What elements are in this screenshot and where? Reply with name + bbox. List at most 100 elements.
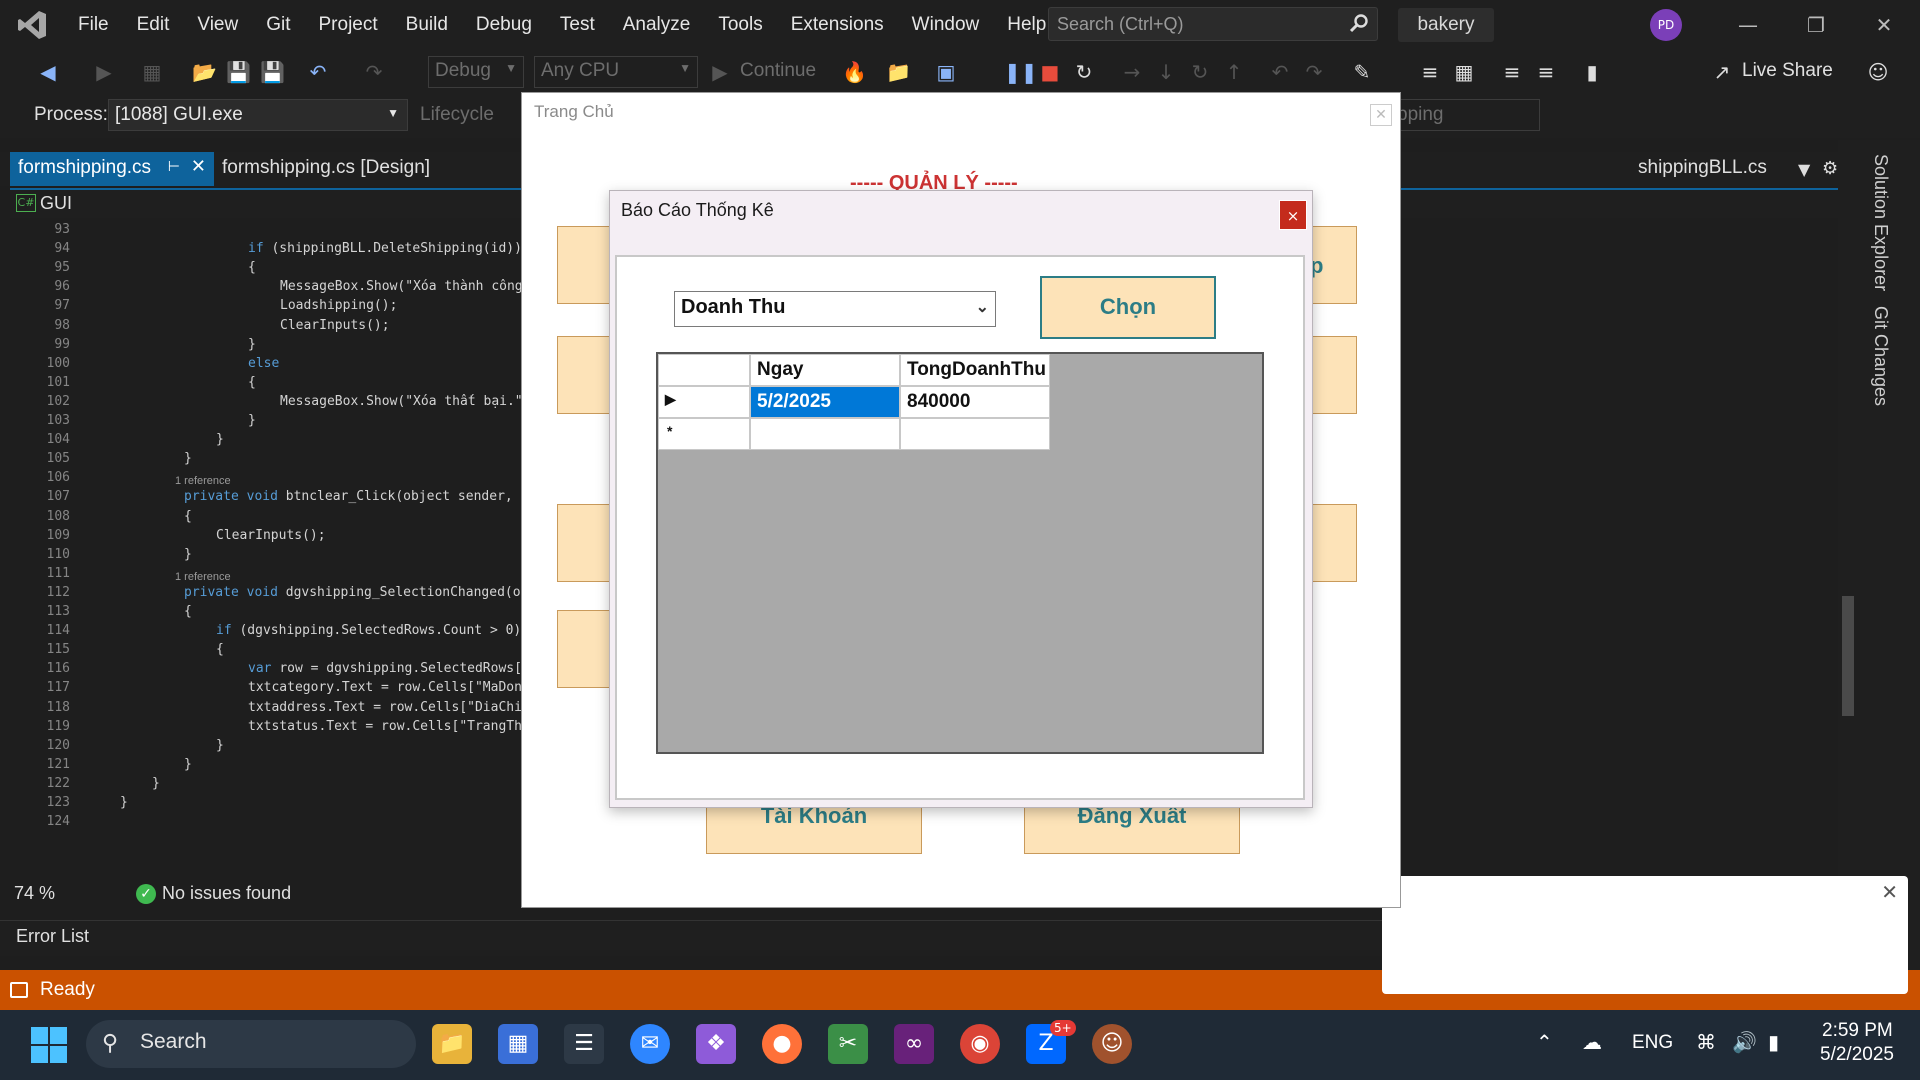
screenshot-icon[interactable]: ▣ [934,60,958,84]
code-line[interactable]: 112 private void dgvshipping_SelectionCha… [10,583,529,602]
columns-icon[interactable]: ▦ [1452,60,1476,84]
code-line[interactable]: 124 [10,812,70,831]
menu-button-left-2[interactable] [557,336,617,414]
code-line[interactable]: 96 MessageBox.Show("Xóa thành công! [10,277,530,296]
search-input[interactable]: Search (Ctrl+Q) [1048,7,1378,41]
menu-file[interactable]: File [64,0,123,50]
grid-cell-new-row[interactable] [750,418,900,450]
undo-icon[interactable]: ↶ [306,60,330,84]
chon-button[interactable]: Chọn [1040,276,1216,339]
code-line[interactable]: 123} [10,793,128,812]
file-explorer-icon[interactable]: 📁 [432,1024,472,1064]
new-item-icon[interactable]: ▦ [140,60,164,84]
code-line[interactable]: 111 [10,564,70,583]
issues-status[interactable]: No issues found [162,883,291,904]
menu-button-left-4[interactable] [557,610,617,688]
tab-git-changes[interactable]: Git Changes [1870,306,1891,406]
grid-column-header[interactable]: TongDoanhThu [900,354,1050,386]
code-line[interactable]: 102 MessageBox.Show("Xóa thất bại.") [10,392,531,411]
solution-name[interactable]: bakery [1398,8,1494,42]
wifi-icon[interactable]: ⌘ [1696,1030,1716,1054]
folder-search-icon[interactable]: 📁 [886,60,911,84]
menu-button-left-1[interactable] [557,226,617,304]
code-line[interactable]: 98 ClearInputs(); [10,316,389,335]
code-line[interactable]: 106 [10,468,70,487]
save-all-icon[interactable]: 💾 [260,60,285,84]
clock-time[interactable]: 2:59 PM [1822,1020,1893,1042]
back-icon[interactable]: ◀ [36,60,60,84]
code-line[interactable]: 103} [10,411,256,430]
align-icon[interactable]: ≡ [1418,60,1442,84]
avatar[interactable]: PD [1650,9,1682,41]
menu-git[interactable]: Git [252,0,304,50]
grid-column-header[interactable]: Ngay [750,354,900,386]
row-header-new-icon[interactable]: * [658,418,750,450]
chevron-up-icon[interactable]: ⌃ [1536,1030,1553,1054]
code-line[interactable]: 97 Loadshipping(); [10,296,397,315]
indent-icon[interactable]: ≡ [1500,60,1524,84]
code-line[interactable]: 117 txtcategory.Text = row.Cells["MaDonH [10,678,530,697]
code-line[interactable]: 109 ClearInputs(); [10,526,326,545]
onedrive-icon[interactable]: ☁ [1582,1030,1602,1054]
notification-toast[interactable]: ✕ [1382,876,1908,994]
redo-icon[interactable]: ↷ [362,60,386,84]
close-icon[interactable]: ✕ [1370,104,1392,126]
feedback-icon[interactable]: ☺ [1866,60,1890,84]
grid-cell-new-row[interactable] [900,418,1050,450]
menu-view[interactable]: View [183,0,252,50]
app-icon[interactable]: ☰ [564,1024,604,1064]
close-icon[interactable]: ✕ [191,156,206,177]
menu-extensions[interactable]: Extensions [777,0,898,50]
taskbar-search[interactable]: ⚲ Search [86,1020,416,1068]
volume-icon[interactable]: 🔊 [1732,1030,1757,1054]
tab-formshipping-cs[interactable]: formshipping.cs ⊢ ✕ [10,152,214,186]
code-line[interactable]: 122} [10,774,160,793]
firefox-icon[interactable]: ● [762,1024,802,1064]
clock-date[interactable]: 5/2/2025 [1820,1044,1894,1066]
menu-edit[interactable]: Edit [123,0,184,50]
code-line[interactable]: 107 private void btnclear_Click(object se… [10,487,529,506]
copilot-icon[interactable]: ❖ [696,1024,736,1064]
messenger-icon[interactable]: ✉ [630,1024,670,1064]
code-line[interactable]: 121} [10,755,192,774]
menu-tools[interactable]: Tools [704,0,776,50]
code-line[interactable]: 99} [10,335,255,354]
code-line[interactable]: 105} [10,449,192,468]
stop-icon[interactable]: ■ [1038,60,1062,84]
live-share-button[interactable]: Live Share [1742,60,1833,82]
live-share-icon[interactable]: ↗ [1710,60,1734,84]
game-icon[interactable]: ☺ [1092,1024,1132,1064]
menu-build[interactable]: Build [392,0,462,50]
tab-list-dropdown-icon[interactable]: ▼ [1798,160,1810,179]
battery-icon[interactable]: ▮ [1768,1030,1779,1054]
codelens-reference[interactable]: 1 reference [175,475,231,487]
code-line[interactable]: 119 txtstatus.Text = row.Cells["TrangTha [10,717,530,736]
lifecycle-events-button[interactable]: Lifecycle [420,104,494,126]
hot-reload-icon[interactable]: 🔥 [842,60,867,84]
gear-icon[interactable]: ⚙ [1822,158,1838,179]
step-into-icon[interactable]: ↓ [1154,60,1178,84]
snipping-tool-icon[interactable]: ✂ [828,1024,868,1064]
step-out-icon[interactable]: ↑ [1222,60,1246,84]
save-icon[interactable]: 💾 [226,60,251,84]
tab-solution-explorer[interactable]: Solution Explorer [1870,154,1891,291]
code-line[interactable]: 100 else [10,354,280,373]
close-icon[interactable]: ✕ [1881,880,1898,904]
row-header-current-icon[interactable]: ▶ [658,386,750,418]
code-line[interactable]: 110} [10,545,192,564]
breakpoints-icon[interactable]: ✎ [1350,60,1374,84]
grid-cell-ngay[interactable]: 5/2/2025 [750,386,900,418]
menu-analyze[interactable]: Analyze [609,0,705,50]
project-scope[interactable]: GUI [40,193,72,214]
code-line[interactable]: 114 if (dgvshipping.SelectedRows.Count > … [10,621,522,640]
tab-formshipping-design[interactable]: formshipping.cs [Design] [222,157,430,179]
process-select[interactable]: [1088] GUI.exe ▼ [108,99,408,131]
step-back-icon[interactable]: ↻ [1188,60,1212,84]
report-type-select[interactable]: Doanh Thu ⌄ [674,291,996,327]
dialog-close-button[interactable]: × [1279,200,1307,230]
code-line[interactable]: 115 { [10,640,224,659]
code-line[interactable]: 93 [10,220,70,239]
grid-cell-tongdoanhthu[interactable]: 840000 [900,386,1050,418]
tab-shippingbll-cs[interactable]: shippingBLL.cs [1638,157,1767,179]
undo-disabled-icon[interactable]: ↶ [1268,60,1292,84]
